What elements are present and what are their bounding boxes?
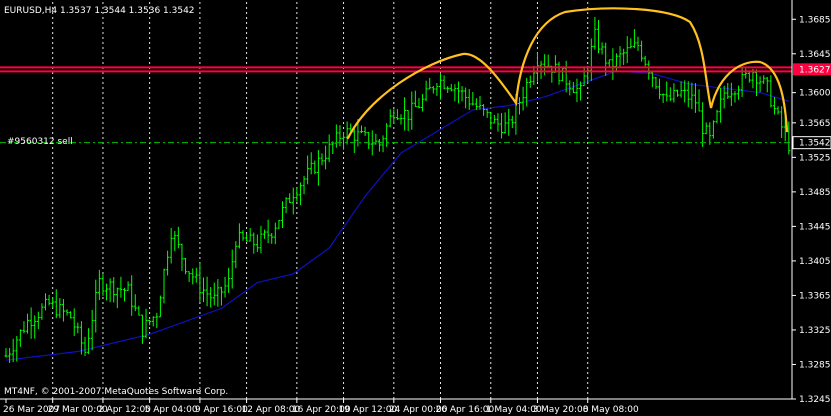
- y-tick-label: 1.3325: [799, 326, 831, 336]
- y-tick-label: 1.3645: [799, 50, 831, 60]
- y-tick-label: 1.3600: [799, 89, 831, 99]
- x-tick-label: 3 May 20:00: [532, 405, 588, 415]
- x-tick-label: 5 Apr 04:00: [145, 405, 198, 415]
- y-tick-label: 1.3485: [799, 188, 831, 198]
- x-tick-label: 2 Apr 12:00: [98, 405, 151, 415]
- x-tick-label: 9 Apr 16:00: [195, 405, 248, 415]
- symbol-header: EURUSD,H4 1.3537 1.3544 1.3536 1.3542: [4, 6, 195, 16]
- y-tick-label: 1.3445: [799, 222, 831, 232]
- y-tick-label: 1.3285: [799, 360, 831, 370]
- y-tick-label: 1.3565: [799, 119, 831, 129]
- chart-background: [0, 0, 831, 416]
- y-tick-label: 1.3685: [799, 15, 831, 25]
- current-price-label: 1.3542: [799, 139, 831, 149]
- price-chart: 1.3627 1.3542 1.3685 1.3645 1.3600 1.3565 1.3…: [0, 0, 831, 416]
- resistance-price-label: 1.3627: [799, 65, 831, 75]
- x-tick-label: 8 May 08:00: [583, 405, 639, 415]
- y-tick-label: 1.3245: [799, 395, 831, 405]
- y-tick-label: 1.3365: [799, 291, 831, 301]
- y-tick-label: 1.3525: [799, 153, 831, 163]
- copyright-text: MT4NF, © 2001-2007 MetaQuotes Software C…: [4, 387, 228, 397]
- order-label: #9560312 sell: [7, 137, 73, 147]
- y-tick-label: 1.3405: [799, 257, 831, 267]
